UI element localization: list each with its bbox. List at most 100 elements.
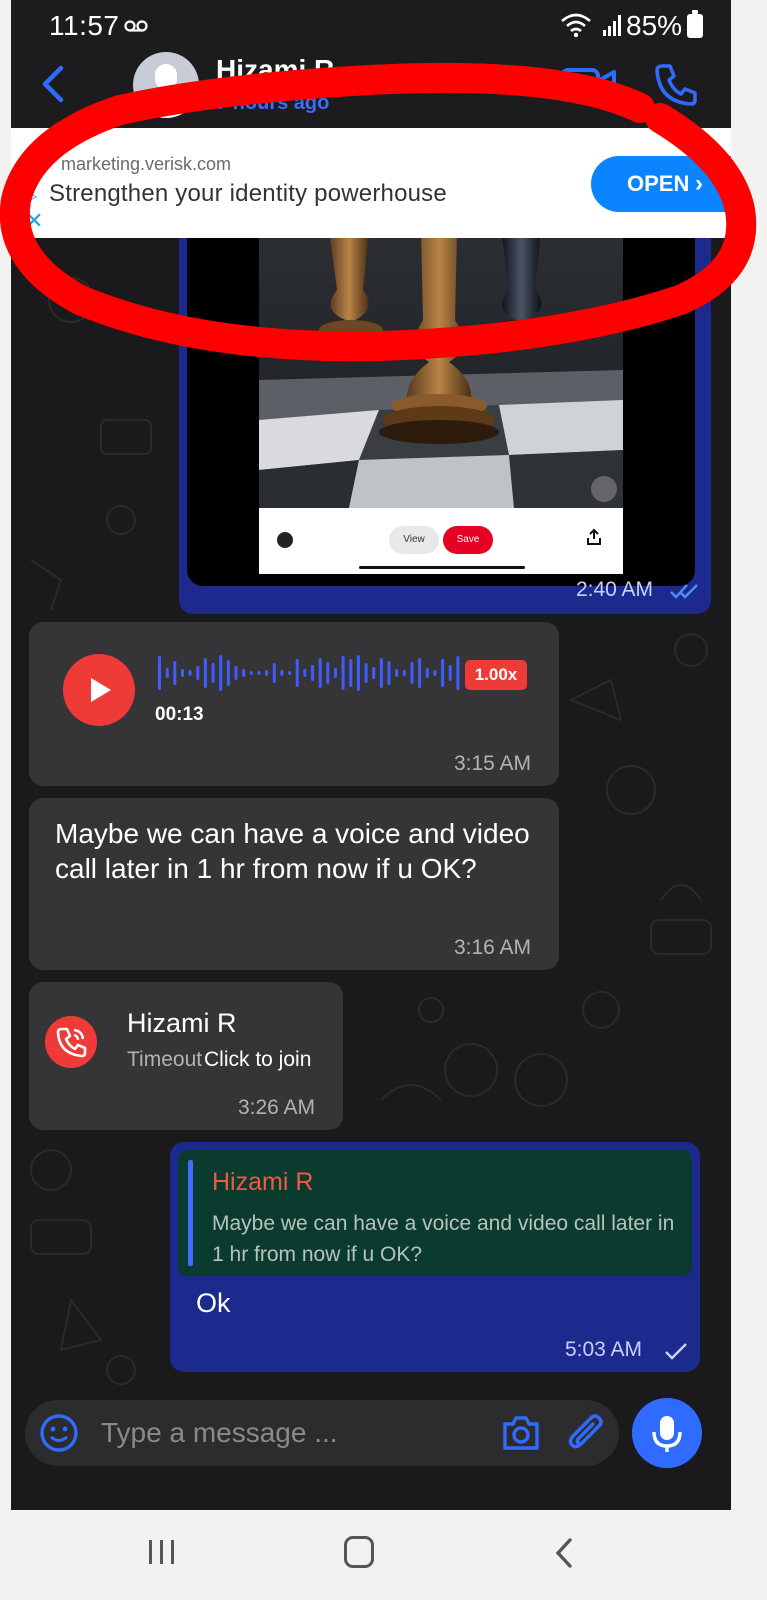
- chat-header: Hizami R 7 hours ago: [11, 50, 731, 128]
- status-time: 11:57: [49, 10, 120, 41]
- back-icon[interactable]: [554, 1538, 574, 1568]
- waveform-bar: [181, 669, 184, 677]
- ad-open-button[interactable]: OPEN ›: [591, 156, 731, 212]
- waveform-bar: [379, 658, 383, 688]
- message-time: 3:15 AM: [453, 752, 531, 775]
- paperclip-icon[interactable]: [567, 1412, 607, 1454]
- waveform-bar: [257, 671, 261, 675]
- waveform-bar: [280, 670, 284, 676]
- quoted-sender: Hizami R: [212, 1168, 314, 1196]
- back-chevron-icon[interactable]: [33, 62, 73, 106]
- ad-open-label: OPEN: [627, 171, 690, 196]
- waveform-bar: [295, 659, 299, 687]
- voice-message[interactable]: 1.00x 00:13 3:15 AM: [29, 622, 559, 786]
- waveform-bar: [211, 663, 215, 683]
- ad-close-icon[interactable]: ✕: [25, 208, 43, 234]
- quoted-message[interactable]: Hizami R Maybe we can have a voice and v…: [178, 1150, 692, 1276]
- recents-icon[interactable]: [146, 1538, 178, 1566]
- play-button[interactable]: [63, 654, 135, 726]
- audio-waveform[interactable]: [157, 650, 463, 696]
- status-bar: 11:57 85%: [11, 0, 731, 50]
- waveform-bar: [326, 662, 330, 684]
- waveform-bar: [165, 668, 169, 678]
- last-seen-text: 7 hours ago: [216, 92, 330, 114]
- image-message[interactable]: View Save 2:40 AM: [179, 230, 711, 614]
- voice-duration: 00:13: [155, 704, 204, 725]
- waveform-bar: [249, 671, 253, 675]
- waveform-bar: [219, 655, 223, 691]
- caller-name: Hizami R: [127, 1008, 237, 1038]
- waveform-bar: [341, 656, 345, 690]
- waveform-bar: [410, 662, 414, 684]
- contact-name[interactable]: Hizami R: [216, 54, 334, 86]
- playback-speed-button[interactable]: 1.00x: [465, 660, 527, 690]
- waveform-bar: [433, 670, 437, 676]
- chat-screen: 11:57 85% Hizami R 7 hours ago View Save…: [11, 0, 731, 1510]
- ad-info-icon[interactable]: ▷: [25, 186, 37, 206]
- check-icon: [665, 1343, 687, 1360]
- message-composer: [25, 1400, 619, 1466]
- voicemail-icon: [124, 20, 148, 32]
- waveform-bar: [173, 661, 177, 685]
- chess-pieces-image: [259, 230, 623, 508]
- image-toolbar: View Save: [259, 508, 623, 574]
- share-icon[interactable]: [585, 528, 603, 546]
- waveform-bar: [242, 669, 246, 677]
- video-camera-icon[interactable]: [559, 64, 617, 106]
- phone-icon[interactable]: [653, 62, 699, 108]
- battery-percent: 85%: [626, 10, 683, 41]
- chevron-right-icon: ›: [695, 170, 703, 197]
- waveform-bar: [303, 669, 307, 677]
- waveform-bar: [387, 661, 391, 685]
- call-message[interactable]: Hizami R Timeout Click to join 3:26 AM: [29, 982, 343, 1130]
- join-call-link[interactable]: Click to join: [204, 1048, 311, 1072]
- call-status: Timeout: [127, 1048, 203, 1071]
- ad-domain: marketing.verisk.com: [61, 154, 232, 174]
- waveform-bar: [425, 668, 429, 678]
- waveform-bar: [226, 660, 230, 686]
- waveform-bar: [318, 658, 322, 688]
- waveform-bar: [158, 656, 161, 690]
- system-nav-bar: [0, 1510, 767, 1600]
- camera-icon[interactable]: [501, 1414, 541, 1452]
- waveform-bar: [456, 656, 460, 690]
- signal-icon: [603, 15, 621, 36]
- smiley-icon[interactable]: [39, 1413, 79, 1453]
- waveform-bar: [395, 669, 399, 677]
- avatar[interactable]: [133, 52, 199, 118]
- waveform-bar: [288, 671, 292, 675]
- quote-bar: [188, 1160, 193, 1266]
- waveform-bar: [372, 667, 376, 679]
- waveform-bar: [334, 668, 337, 678]
- home-icon[interactable]: [344, 1536, 374, 1568]
- save-button[interactable]: Save: [443, 526, 493, 554]
- outgoing-reply-message[interactable]: Hizami R Maybe we can have a voice and v…: [170, 1142, 700, 1372]
- shared-screenshot[interactable]: View Save: [187, 230, 695, 586]
- message-input[interactable]: [101, 1412, 481, 1454]
- message-time: 2:40 AM: [575, 578, 653, 601]
- incoming-text-message[interactable]: Maybe we can have a voice and video call…: [29, 798, 559, 970]
- waveform-bar: [402, 670, 406, 676]
- ad-title[interactable]: Strengthen your identity powerhouse: [49, 180, 447, 208]
- waveform-bar: [441, 659, 445, 687]
- battery-icon: [687, 10, 703, 38]
- waveform-bar: [448, 665, 452, 681]
- waveform-bar: [188, 670, 192, 676]
- waveform-bar: [418, 658, 422, 688]
- waveform-bar: [196, 666, 200, 680]
- phone-frame: 11:57 85% Hizami R 7 hours ago View Save…: [0, 0, 767, 1600]
- double-check-icon: [670, 584, 698, 599]
- comment-icon[interactable]: [277, 532, 293, 548]
- ad-banner[interactable]: marketing.verisk.com ▷ Strengthen your i…: [11, 128, 731, 238]
- home-indicator: [359, 566, 525, 569]
- quoted-text: Maybe we can have a voice and video call…: [212, 1212, 675, 1266]
- lens-icon[interactable]: [591, 476, 617, 502]
- phone-call-icon[interactable]: [45, 1016, 97, 1068]
- message-text: Ok: [196, 1288, 231, 1318]
- microphone-icon[interactable]: [632, 1398, 702, 1468]
- view-button[interactable]: View: [389, 526, 439, 554]
- message-time: 3:16 AM: [453, 936, 531, 959]
- play-icon: [91, 678, 111, 702]
- waveform-bar: [265, 670, 269, 676]
- wifi-icon: [561, 13, 591, 38]
